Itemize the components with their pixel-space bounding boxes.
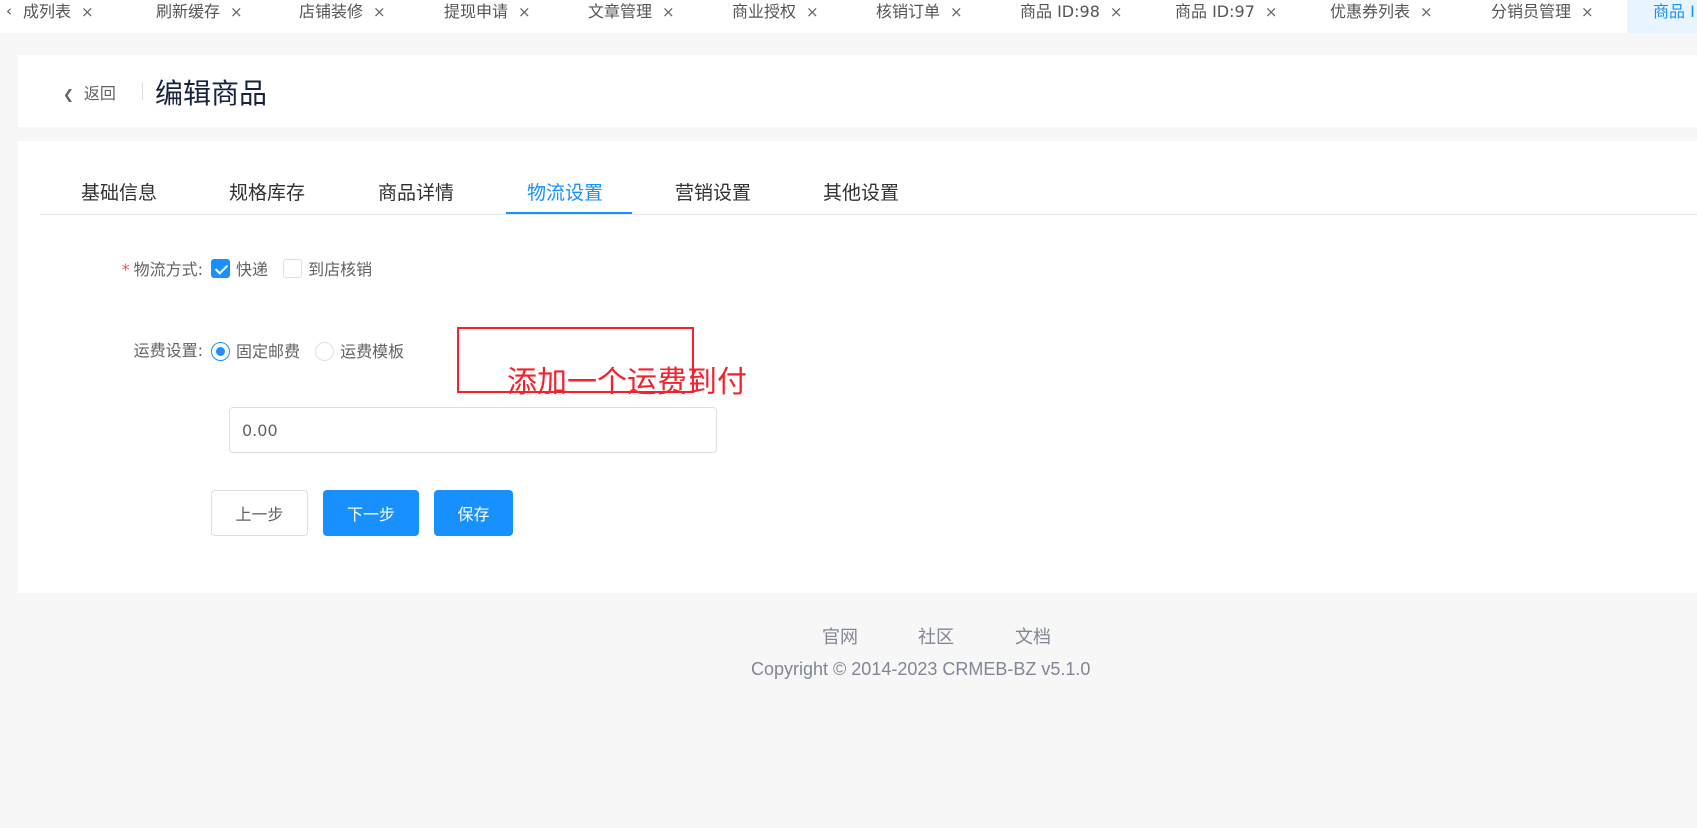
tag-item[interactable]: 成列表 × <box>23 0 94 26</box>
close-icon[interactable]: × <box>1420 3 1433 21</box>
tag-label: 商业授权 <box>732 2 797 21</box>
back-label: 返回 <box>83 84 116 103</box>
footer-link-community[interactable]: 社区 <box>918 623 954 649</box>
close-icon[interactable]: × <box>1110 3 1123 21</box>
tag-item[interactable]: 商品 ID:97 × <box>1175 0 1277 26</box>
tags-scroll-left-icon[interactable]: ‹ <box>0 0 18 25</box>
delivery-option-pickup[interactable]: 到店核销 <box>283 256 372 280</box>
option-label: 固定邮费 <box>236 342 301 361</box>
tag-label: 商品 ID:97 <box>1175 2 1255 21</box>
checkbox-checked[interactable] <box>211 259 230 278</box>
tag-label: 核销订单 <box>876 2 941 21</box>
annotation-text: 添加一个运费到付 <box>507 365 747 400</box>
close-icon[interactable]: × <box>1581 3 1594 21</box>
tags-nav-bar: ‹ 成列表 × 刷新缓存 × 店铺装修 × 提现申请 × 文章管理 × 商业授权 × 核销订… <box>0 0 1697 33</box>
page-header: ❮ 返回 编辑商品 <box>18 55 1697 127</box>
tag-item[interactable]: 分销员管理 × <box>1491 0 1594 26</box>
chevron-left-icon: ❮ <box>63 88 74 103</box>
close-icon[interactable]: × <box>373 3 386 21</box>
tag-item[interactable]: 优惠券列表 × <box>1330 0 1433 26</box>
footer-link-official[interactable]: 官网 <box>822 623 858 649</box>
next-step-button[interactable]: 下一步 <box>323 490 419 536</box>
tag-label: 分销员管理 <box>1491 2 1572 21</box>
radio[interactable] <box>315 342 335 361</box>
delivery-option-express[interactable]: 快递 <box>211 256 268 280</box>
product-tabs: 基础信息 规格库存 商品详情 物流设置 营销设置 其他设置 <box>40 141 1697 215</box>
prev-step-button[interactable]: 上一步 <box>211 490 308 536</box>
delivery-label-text: 物流方式: <box>133 260 203 279</box>
tab-basic-info[interactable]: 基础信息 <box>81 178 157 205</box>
required-mark: * <box>121 260 130 279</box>
tag-label: 刷新缓存 <box>156 2 221 21</box>
freight-label: 运费设置: <box>133 341 203 360</box>
tag-item[interactable]: 核销订单 × <box>876 0 963 26</box>
tag-item-active[interactable]: 商品 I <box>1627 0 1697 33</box>
product-edit-card: 基础信息 规格库存 商品详情 物流设置 营销设置 其他设置 * 物流方式: 快递 … <box>18 141 1697 593</box>
tag-item[interactable]: 商品 ID:98 × <box>1020 0 1122 26</box>
tag-label: 店铺装修 <box>299 2 364 21</box>
tag-item[interactable]: 提现申请 × <box>444 0 531 26</box>
tag-item[interactable]: 店铺装修 × <box>299 0 386 26</box>
tag-label: 提现申请 <box>444 2 509 21</box>
tab-marketing[interactable]: 营销设置 <box>675 178 751 205</box>
copyright-text: Copyright © 2014-2023 CRMEB-BZ v5.1.0 <box>751 659 1091 679</box>
tag-label: 商品 ID:98 <box>1020 2 1100 21</box>
delivery-label: * 物流方式: <box>53 256 203 280</box>
tag-label: 商品 I <box>1653 2 1695 21</box>
tab-product-detail[interactable]: 商品详情 <box>378 178 454 205</box>
back-button[interactable]: ❮ 返回 <box>63 80 116 104</box>
option-label: 到店核销 <box>308 260 373 279</box>
radio-selected[interactable] <box>211 342 230 361</box>
tag-label: 文章管理 <box>588 2 653 21</box>
tab-other[interactable]: 其他设置 <box>823 178 899 205</box>
freight-option-template[interactable]: 运费模板 <box>315 338 404 362</box>
page-title: 编辑商品 <box>155 77 268 110</box>
tag-item[interactable]: 商业授权 × <box>732 0 819 26</box>
close-icon[interactable]: × <box>1265 3 1278 21</box>
delivery-checkbox-group: 快递 到店核销 <box>211 256 382 280</box>
freight-amount-input[interactable] <box>229 407 717 453</box>
close-icon[interactable]: × <box>81 3 94 21</box>
tag-item[interactable]: 文章管理 × <box>588 0 675 26</box>
close-icon[interactable]: × <box>518 3 531 21</box>
tag-item[interactable]: 刷新缓存 × <box>156 0 243 26</box>
close-icon[interactable]: × <box>230 3 243 21</box>
save-button[interactable]: 保存 <box>434 490 513 536</box>
close-icon[interactable]: × <box>662 3 675 21</box>
option-label: 快递 <box>236 260 269 279</box>
close-icon[interactable]: × <box>950 3 963 21</box>
freight-radio-group: 固定邮费 运费模板 <box>211 338 414 362</box>
freight-option-fixed[interactable]: 固定邮费 <box>211 338 300 362</box>
tag-label: 成列表 <box>23 2 72 21</box>
tab-active-indicator <box>506 212 632 214</box>
header-divider <box>142 82 143 100</box>
tab-spec-stock[interactable]: 规格库存 <box>229 178 305 205</box>
tab-logistics[interactable]: 物流设置 <box>527 178 603 205</box>
tag-label: 优惠券列表 <box>1330 2 1411 21</box>
option-label: 运费模板 <box>340 342 405 361</box>
footer-link-docs[interactable]: 文档 <box>1015 623 1051 649</box>
checkbox[interactable] <box>283 259 303 278</box>
close-icon[interactable]: × <box>806 3 819 21</box>
